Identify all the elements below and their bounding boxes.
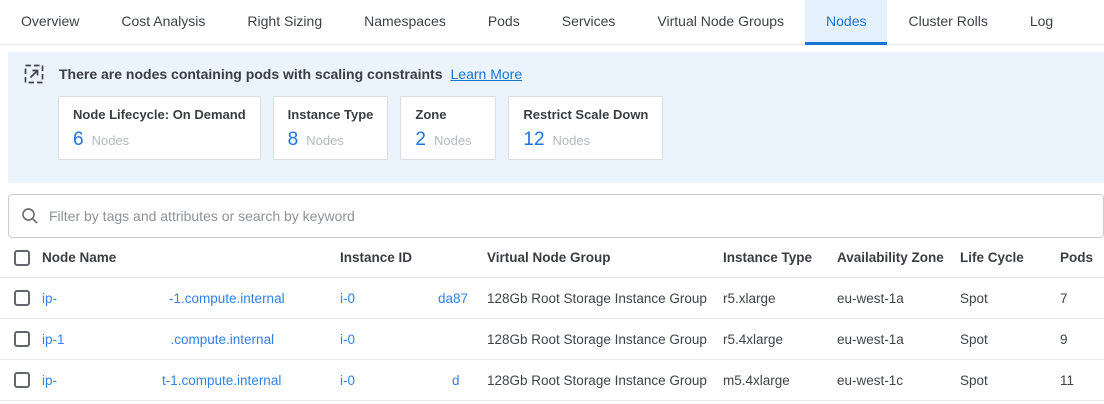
- card-count: 12: [523, 129, 544, 151]
- pods-cell: 9: [1060, 332, 1104, 347]
- tab-nodes[interactable]: Nodes: [805, 0, 887, 45]
- redacted-segment: [355, 302, 438, 303]
- node-name-link[interactable]: ip-: [42, 291, 57, 306]
- life-cycle-cell: Spot: [960, 373, 1060, 388]
- node-name-link[interactable]: -1.compute.internal: [169, 291, 285, 306]
- instance-type-cell: r5.xlarge: [723, 291, 837, 306]
- pods-cell: 7: [1060, 291, 1104, 306]
- column-header-life-cycle: Life Cycle: [960, 250, 1060, 265]
- tab-namespaces[interactable]: Namespaces: [343, 0, 467, 45]
- table-header-row: Node Name Instance ID Virtual Node Group…: [0, 238, 1104, 278]
- redacted-segment: [65, 343, 171, 344]
- tab-overview[interactable]: Overview: [0, 0, 100, 45]
- tab-cost-analysis[interactable]: Cost Analysis: [100, 0, 226, 45]
- instance-id-link[interactable]: i-0: [340, 332, 355, 347]
- card-title: Instance Type: [288, 107, 374, 122]
- card-unit: Nodes: [306, 133, 344, 148]
- table-row: ip-1 .compute.internal i-0 128Gb Root Sto…: [0, 319, 1104, 360]
- learn-more-link[interactable]: Learn More: [451, 66, 523, 82]
- node-name-link[interactable]: t-1.compute.internal: [162, 373, 281, 388]
- redacted-segment: [355, 343, 438, 344]
- banner-message: There are nodes containing pods with sca…: [59, 66, 443, 82]
- availability-zone-cell: eu-west-1c: [837, 373, 960, 388]
- tab-pods[interactable]: Pods: [467, 0, 541, 45]
- card-node-lifecycle-on-demand[interactable]: Node Lifecycle: On Demand 6 Nodes: [58, 96, 261, 160]
- instance-id-link[interactable]: d: [452, 373, 460, 388]
- tab-cluster-rolls[interactable]: Cluster Rolls: [887, 0, 1008, 45]
- virtual-node-group-cell: 128Gb Root Storage Instance Group: [487, 373, 723, 388]
- column-header-instance-id: Instance ID: [340, 250, 487, 265]
- instance-id-link[interactable]: i-0: [340, 373, 355, 388]
- life-cycle-cell: Spot: [960, 291, 1060, 306]
- card-title: Zone: [415, 107, 481, 122]
- card-count: 8: [288, 129, 299, 151]
- instance-id-link[interactable]: da87: [438, 291, 468, 306]
- instance-id-link[interactable]: i-0: [340, 291, 355, 306]
- life-cycle-cell: Spot: [960, 332, 1060, 347]
- node-name-cell: ip-t-1.compute.internal: [42, 373, 340, 388]
- card-count: 6: [73, 129, 84, 151]
- instance-type-cell: r5.4xlarge: [723, 332, 837, 347]
- card-instance-type[interactable]: Instance Type 8 Nodes: [273, 96, 389, 160]
- availability-zone-cell: eu-west-1a: [837, 291, 960, 306]
- scale-constraint-icon: [24, 64, 44, 84]
- filter-search-bar: [8, 194, 1104, 238]
- column-header-availability-zone: Availability Zone: [837, 250, 960, 265]
- column-header-instance-type: Instance Type: [723, 250, 837, 265]
- tab-log[interactable]: Log: [1009, 0, 1074, 45]
- availability-zone-cell: eu-west-1a: [837, 332, 960, 347]
- redacted-segment: [355, 384, 452, 385]
- virtual-node-group-cell: 128Gb Root Storage Instance Group: [487, 332, 723, 347]
- node-name-cell: ip- -1.compute.internal: [42, 291, 340, 306]
- card-title: Node Lifecycle: On Demand: [73, 107, 246, 122]
- table-row: ip- -1.compute.internal i-0 da87 128Gb Roo…: [0, 278, 1104, 319]
- card-zone[interactable]: Zone 2 Nodes: [400, 96, 496, 160]
- select-all-checkbox[interactable]: [14, 250, 30, 266]
- search-icon: [21, 207, 39, 225]
- redacted-segment: [57, 384, 162, 385]
- pods-cell: 11: [1060, 373, 1104, 388]
- search-input[interactable]: [49, 208, 1091, 224]
- tab-services[interactable]: Services: [541, 0, 637, 45]
- node-name-link[interactable]: ip-: [42, 373, 57, 388]
- card-unit: Nodes: [553, 133, 591, 148]
- card-restrict-scale-down[interactable]: Restrict Scale Down 12 Nodes: [508, 96, 663, 160]
- row-checkbox[interactable]: [14, 331, 30, 347]
- node-name-link[interactable]: ip-1: [42, 332, 65, 347]
- instance-type-cell: m5.4xlarge: [723, 373, 837, 388]
- scaling-constraints-banner: There are nodes containing pods with sca…: [8, 52, 1104, 183]
- constraint-cards: Node Lifecycle: On Demand 6 Nodes Instan…: [58, 96, 1088, 160]
- card-title: Restrict Scale Down: [523, 107, 648, 122]
- virtual-node-group-cell: 128Gb Root Storage Instance Group: [487, 291, 723, 306]
- node-name-link[interactable]: .compute.internal: [171, 332, 275, 347]
- instance-id-cell: i-0: [340, 332, 487, 347]
- tab-right-sizing[interactable]: Right Sizing: [226, 0, 343, 45]
- instance-id-cell: i-0 da87: [340, 291, 487, 306]
- card-unit: Nodes: [434, 133, 472, 148]
- table-row: ip-t-1.compute.internal i-0 d 128Gb Root …: [0, 360, 1104, 401]
- row-checkbox[interactable]: [14, 372, 30, 388]
- column-header-virtual-node-group: Virtual Node Group: [487, 250, 723, 265]
- column-header-node-name: Node Name: [42, 250, 340, 265]
- node-name-cell: ip-1 .compute.internal: [42, 332, 340, 347]
- cluster-tab-bar: Overview Cost Analysis Right Sizing Name…: [0, 0, 1104, 45]
- redacted-segment: [57, 302, 169, 303]
- tab-virtual-node-groups[interactable]: Virtual Node Groups: [636, 0, 805, 45]
- column-header-pods: Pods: [1060, 250, 1104, 265]
- row-checkbox[interactable]: [14, 290, 30, 306]
- card-count: 2: [415, 129, 426, 151]
- nodes-table: Node Name Instance ID Virtual Node Group…: [0, 238, 1104, 401]
- instance-id-cell: i-0 d: [340, 373, 487, 388]
- card-unit: Nodes: [92, 133, 130, 148]
